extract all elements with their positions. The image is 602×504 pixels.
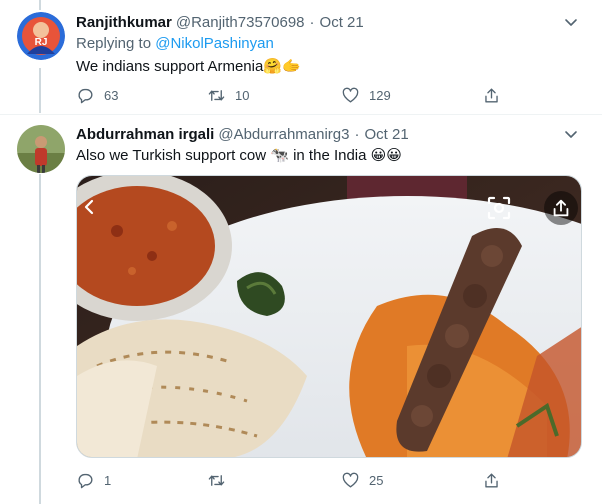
display-name[interactable]: Ranjithkumar: [76, 14, 172, 31]
like-count: 129: [369, 87, 391, 103]
close-icon: [84, 199, 94, 215]
reply-count: 1: [104, 472, 112, 488]
retweet-icon: [208, 89, 225, 101]
lens-icon: [487, 196, 511, 220]
tweet-text: Also we Turkish support cow 🐄 in the Ind…: [76, 147, 402, 164]
avatar[interactable]: RJ: [17, 12, 65, 60]
chevron-down-icon[interactable]: [562, 13, 580, 31]
share-button[interactable]: [482, 469, 501, 491]
retweet-icon: [208, 474, 225, 486]
like-button[interactable]: 25: [341, 469, 383, 491]
share-button[interactable]: [482, 84, 501, 106]
replying-to: Replying to @NikolPashinyan: [76, 35, 274, 52]
svg-text:RJ: RJ: [35, 37, 48, 48]
retweet-button[interactable]: 10: [207, 84, 249, 106]
tweet-text: We indians support Armenia🤗🫱: [76, 58, 301, 75]
tweet-1[interactable]: RJ Ranjithkumar @Ranjith73570698 · Oct 2…: [0, 0, 602, 114]
tweet-actions: 63 10 129: [76, 84, 506, 106]
media-lens-button[interactable]: [482, 191, 516, 225]
tweet-header: Ranjithkumar @Ranjith73570698 · Oct 21: [76, 12, 364, 32]
replying-to-label: Replying to: [76, 35, 156, 52]
reply-count: 63: [104, 87, 119, 103]
reply-icon: [78, 473, 93, 488]
heart-icon: [342, 87, 359, 103]
avatar[interactable]: [17, 125, 65, 173]
share-icon: [485, 87, 498, 103]
chevron-down-icon[interactable]: [562, 125, 580, 143]
retweet-count: 10: [235, 87, 250, 103]
share-icon: [485, 472, 498, 488]
separator-dot: ·: [309, 13, 315, 31]
retweet-button[interactable]: [207, 469, 235, 491]
user-handle[interactable]: @Ranjith73570698: [176, 14, 305, 31]
user-handle[interactable]: @Abdurrahmanirg3: [218, 126, 349, 143]
share-icon: [553, 199, 569, 217]
tweet-date[interactable]: Oct 21: [320, 14, 364, 31]
mention-link[interactable]: @NikolPashinyan: [155, 35, 274, 52]
like-count: 25: [369, 472, 384, 488]
like-button[interactable]: 129: [341, 84, 391, 106]
reply-icon: [78, 88, 93, 103]
tweet-header: Abdurrahman irgali @Abdurrahmanirg3 · Oc…: [76, 124, 409, 144]
display-name[interactable]: Abdurrahman irgali: [76, 126, 214, 143]
media-share-button[interactable]: [544, 191, 578, 225]
tweet-date[interactable]: Oct 21: [365, 126, 409, 143]
tweet-media-image[interactable]: [76, 175, 582, 458]
heart-icon: [342, 472, 359, 488]
reply-button[interactable]: 63: [76, 84, 118, 106]
reply-button[interactable]: 1: [76, 469, 111, 491]
tweet-actions: 1 25: [76, 469, 506, 491]
separator-dot: ·: [354, 125, 360, 143]
